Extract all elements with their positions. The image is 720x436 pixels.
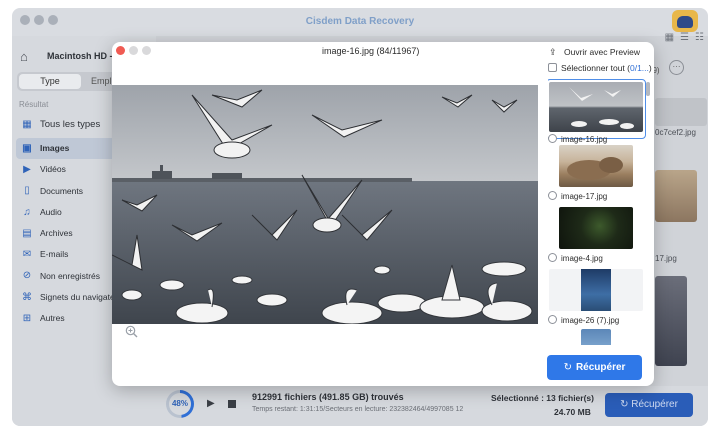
mail-icon: ✉ bbox=[22, 249, 32, 261]
result-section-label: Résultat bbox=[19, 100, 49, 109]
thumbnail-checkbox[interactable] bbox=[548, 191, 557, 200]
bookmark-icon: ⌘ bbox=[22, 291, 32, 303]
sidebar-item-label: Non enregistrés bbox=[40, 270, 101, 281]
thumbnail-filename: image-17.jpg bbox=[561, 192, 608, 201]
sidebar-item-label: Images bbox=[40, 143, 70, 153]
video-icon: ▶ bbox=[23, 163, 31, 175]
select-all-count: 0/1... bbox=[629, 63, 649, 73]
thumbnail-image[interactable] bbox=[559, 207, 633, 249]
thumbnail-filename: image-16.jpg bbox=[561, 135, 608, 144]
share-icon[interactable]: ⇪ bbox=[549, 47, 557, 58]
image-icon: ▣ bbox=[22, 142, 32, 154]
thumbnail[interactable] bbox=[655, 276, 687, 366]
unsaved-icon: ⊘ bbox=[22, 270, 32, 282]
selected-count-text: Sélectionné : 13 fichier(s) bbox=[491, 393, 594, 403]
sidebar-item-label: Tous les types bbox=[40, 119, 101, 130]
document-icon: ▯ bbox=[24, 185, 30, 197]
recover-icon: ↻ bbox=[563, 362, 572, 373]
select-all-label: Sélectionner tout ( bbox=[561, 63, 630, 73]
thumbnail[interactable] bbox=[655, 98, 707, 126]
sidebar-item-label: Autres bbox=[40, 313, 65, 324]
thumbnail-checkbox[interactable] bbox=[548, 253, 557, 262]
stop-icon[interactable] bbox=[228, 400, 236, 408]
thumbnail-image[interactable] bbox=[581, 329, 611, 345]
more-options-icon[interactable]: ··· bbox=[669, 60, 684, 75]
zoom-preview-button[interactable] bbox=[142, 46, 151, 55]
recover-icon: ↻ bbox=[620, 399, 632, 410]
progress-label: 48% bbox=[169, 393, 191, 415]
other-icon: ⊞ bbox=[22, 313, 32, 325]
scan-status-text: Temps restant: 1:31:15/Secteurs en lectu… bbox=[252, 406, 464, 413]
view-mode-icons[interactable]: ▦☰☷ bbox=[665, 32, 710, 43]
filename-fragment: 0c7cef2.jpg bbox=[655, 128, 696, 137]
preview-image bbox=[112, 85, 538, 324]
thumbnail-filename: image-26 (7).jpg bbox=[561, 316, 620, 325]
recover-button[interactable]: ↻ Récupérer bbox=[605, 393, 693, 417]
thumbnail-filename: image-4.jpg bbox=[561, 254, 603, 263]
zoom-in-icon[interactable] bbox=[125, 325, 138, 338]
grid-icon: ▦ bbox=[22, 119, 32, 130]
preview-recover-label: Récupérer bbox=[575, 362, 626, 373]
minimize-preview-button[interactable] bbox=[129, 46, 138, 55]
select-all-close: ) bbox=[648, 63, 652, 73]
thumbnail-image[interactable] bbox=[549, 269, 643, 311]
app-title: Cisdem Data Recovery bbox=[305, 16, 415, 27]
home-icon[interactable]: ⌂ bbox=[20, 49, 28, 64]
sidebar-item-label: Documents bbox=[40, 185, 83, 196]
sidebar-item-label: Signets du navigateur bbox=[40, 292, 123, 303]
tab-type[interactable]: Type bbox=[19, 74, 81, 89]
scan-progress-ring: 48% bbox=[166, 390, 194, 418]
disk-label: Macintosh HD - bbox=[47, 51, 113, 61]
sidebar-item-label: Vidéos bbox=[40, 164, 66, 175]
tab-path[interactable]: Empl bbox=[91, 74, 112, 89]
thumbnail-label: image-17.jpg bbox=[548, 191, 644, 201]
thumbnail-image[interactable] bbox=[549, 82, 643, 132]
files-found-text: 912991 fichiers (491.85 GB) trouvés bbox=[252, 392, 404, 402]
preview-modal: image-16.jpg (84/11967) ⇪ Ouvrir avec Pr… bbox=[112, 42, 654, 386]
preview-recover-button[interactable]: ↻ Récupérer bbox=[547, 355, 642, 380]
title-bar: Cisdem Data Recovery bbox=[12, 8, 708, 36]
recover-button-label: Récupérer bbox=[631, 399, 678, 410]
owl-logo-icon bbox=[672, 10, 698, 32]
sidebar-item-label: Archives bbox=[40, 228, 73, 239]
preview-title: image-16.jpg (84/11967) bbox=[322, 46, 420, 56]
checkbox-icon[interactable] bbox=[548, 63, 557, 72]
music-icon: ♫ bbox=[23, 206, 31, 218]
thumbnail-label: image-26 (7).jpg bbox=[548, 315, 644, 325]
open-with-preview-button[interactable]: Ouvrir avec Preview bbox=[564, 47, 640, 57]
thumbnail[interactable] bbox=[655, 170, 697, 222]
screen: Cisdem Data Recovery ⌂ Macintosh HD - Ty… bbox=[0, 0, 720, 436]
filename-fragment: 17.jpg bbox=[655, 254, 677, 263]
thumbnail-label: image-16.jpg bbox=[548, 134, 644, 144]
sidebar-item-label: Audio bbox=[40, 206, 62, 217]
thumbnail-image[interactable] bbox=[559, 145, 633, 187]
archive-icon: ▤ bbox=[22, 227, 32, 239]
thumbnail-checkbox[interactable] bbox=[548, 134, 557, 143]
thumbnail-strip: image-16.jpg image-17.jpg image-4.jpg im… bbox=[548, 79, 654, 345]
sidebar-item-label: E-mails bbox=[40, 249, 69, 260]
thumbnail-label: image-4.jpg bbox=[548, 253, 644, 263]
select-all-checkbox[interactable]: Sélectionner tout (0/1...) bbox=[548, 63, 652, 73]
selected-size-text: 24.70 MB bbox=[554, 407, 591, 417]
close-preview-button[interactable] bbox=[116, 46, 125, 55]
play-icon[interactable]: ▶ bbox=[207, 398, 215, 409]
thumbnail-checkbox[interactable] bbox=[548, 315, 557, 324]
